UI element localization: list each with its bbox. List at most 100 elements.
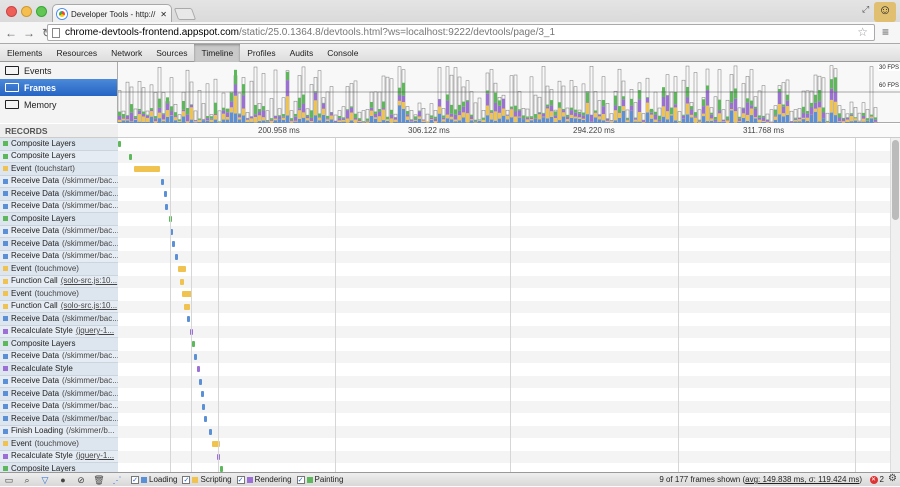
search-icon[interactable]: ⌕: [18, 473, 36, 487]
record-bar[interactable]: [209, 429, 212, 435]
record-row[interactable]: Composite Layers: [0, 138, 118, 151]
record-row[interactable]: Receive Data(/skimmer/bac...: [0, 376, 118, 389]
mode-memory[interactable]: Memory: [0, 96, 117, 113]
record-row[interactable]: Receive Data(/skimmer/bac...: [0, 176, 118, 189]
timeline-row[interactable]: [118, 326, 890, 339]
frame-bar[interactable]: [218, 111, 221, 123]
record-bar[interactable]: [199, 379, 202, 385]
filter-rendering-checkbox[interactable]: ✓Rendering: [237, 475, 292, 484]
minimize-window-button[interactable]: [21, 6, 32, 17]
checkmark-icon[interactable]: ✓: [237, 476, 245, 484]
dock-icon[interactable]: ▭: [0, 473, 18, 487]
mode-events[interactable]: Events: [0, 62, 117, 79]
url-input[interactable]: chrome-devtools-frontend.appspot.com/sta…: [47, 24, 875, 41]
records-list[interactable]: Composite LayersComposite LayersEvent(to…: [0, 138, 118, 472]
timeline-row[interactable]: [118, 226, 890, 239]
record-row[interactable]: Composite Layers: [0, 463, 118, 472]
record-row[interactable]: Receive Data(/skimmer/bac...: [0, 226, 118, 239]
tab-elements[interactable]: Elements: [0, 44, 49, 62]
record-row[interactable]: Receive Data(/skimmer/bac...: [0, 201, 118, 214]
checkmark-icon[interactable]: ✓: [297, 476, 305, 484]
frame-bar[interactable]: [530, 77, 533, 123]
garbage-collect-icon[interactable]: 🗑: [90, 473, 108, 487]
tab-console[interactable]: Console: [320, 44, 365, 62]
timeline-row[interactable]: [118, 363, 890, 376]
record-icon[interactable]: ●: [54, 473, 72, 487]
timeline-row[interactable]: [118, 426, 890, 439]
timeline-row[interactable]: [118, 288, 890, 301]
forward-icon[interactable]: →: [22, 25, 36, 41]
timeline-row[interactable]: [118, 201, 890, 214]
bookmark-star-icon[interactable]: ☆: [857, 25, 868, 39]
new-tab-button[interactable]: [174, 8, 196, 20]
record-row[interactable]: Composite Layers: [0, 213, 118, 226]
gear-icon[interactable]: ⚙: [888, 473, 897, 484]
frame-bar[interactable]: [870, 67, 873, 123]
zoom-window-button[interactable]: [36, 6, 47, 17]
frame-bar[interactable]: [590, 66, 593, 123]
record-bar[interactable]: [187, 316, 190, 322]
filter-icon[interactable]: ▽: [36, 473, 54, 487]
record-row[interactable]: Receive Data(/skimmer/bac...: [0, 238, 118, 251]
record-bar[interactable]: [192, 341, 195, 347]
timeline-row[interactable]: [118, 451, 890, 464]
record-details[interactable]: (jquery-1...: [76, 451, 114, 463]
record-bar[interactable]: [201, 391, 204, 397]
filter-scripting-checkbox[interactable]: ✓Scripting: [182, 475, 231, 484]
timeline-row[interactable]: [118, 238, 890, 251]
record-bar[interactable]: [184, 304, 190, 310]
timeline-row[interactable]: [118, 351, 890, 364]
record-row[interactable]: Event(touchmove): [0, 438, 118, 451]
timeline-row[interactable]: [118, 251, 890, 264]
timeline-row[interactable]: [118, 438, 890, 451]
frame-bar[interactable]: [198, 90, 201, 123]
record-row[interactable]: Event(touchmove): [0, 288, 118, 301]
mode-frames[interactable]: Frames: [0, 79, 117, 96]
record-row[interactable]: Composite Layers: [0, 151, 118, 164]
timeline-row[interactable]: [118, 276, 890, 289]
filter-loading-checkbox[interactable]: ✓Loading: [131, 475, 177, 484]
tab-profiles[interactable]: Profiles: [240, 44, 282, 62]
frame-bar[interactable]: [478, 98, 481, 123]
scrollbar-thumb[interactable]: [892, 140, 899, 220]
record-bar[interactable]: [175, 254, 178, 260]
timeline-row[interactable]: [118, 163, 890, 176]
record-row[interactable]: Function Call(solo-src.js:10...: [0, 301, 118, 314]
record-bar[interactable]: [165, 204, 168, 210]
record-bar[interactable]: [134, 166, 160, 172]
record-row[interactable]: Receive Data(/skimmer/bac...: [0, 351, 118, 364]
record-bar[interactable]: [178, 266, 186, 272]
record-row[interactable]: Recalculate Style: [0, 363, 118, 376]
record-details[interactable]: (solo-src.js:10...: [61, 276, 117, 288]
vertical-scrollbar[interactable]: [890, 138, 900, 472]
frames-overview-chart[interactable]: [118, 62, 900, 123]
record-bar[interactable]: [180, 279, 184, 285]
back-icon[interactable]: ←: [4, 25, 18, 41]
timeline-row[interactable]: [118, 138, 890, 151]
record-row[interactable]: Event(touchstart): [0, 163, 118, 176]
resize-icon[interactable]: ⤢: [862, 4, 869, 15]
record-row[interactable]: Receive Data(/skimmer/bac...: [0, 188, 118, 201]
frame-bar[interactable]: [274, 70, 277, 123]
record-bar[interactable]: [197, 366, 200, 372]
frames-overview[interactable]: 30 FPS 60 FPS: [118, 62, 900, 123]
error-badge[interactable]: ✕2: [870, 475, 884, 484]
timeline-row[interactable]: [118, 463, 890, 472]
timeline-row[interactable]: [118, 213, 890, 226]
record-row[interactable]: Recalculate Style(jquery-1...: [0, 326, 118, 339]
record-row[interactable]: Receive Data(/skimmer/bac...: [0, 251, 118, 264]
timeline-row[interactable]: [118, 151, 890, 164]
record-row[interactable]: Receive Data(/skimmer/bac...: [0, 413, 118, 426]
timeline-row[interactable]: [118, 338, 890, 351]
record-bar[interactable]: [164, 191, 167, 197]
record-bar[interactable]: [129, 154, 132, 160]
timeline-row[interactable]: [118, 263, 890, 276]
record-bar[interactable]: [161, 179, 164, 185]
checkmark-icon[interactable]: ✓: [182, 476, 190, 484]
record-details[interactable]: (solo-src.js:10...: [61, 301, 117, 313]
close-tab-icon[interactable]: ✕: [160, 10, 167, 19]
tab-sources[interactable]: Sources: [149, 44, 194, 62]
timeline-row[interactable]: [118, 401, 890, 414]
glue-records-icon[interactable]: ⋰: [108, 473, 126, 487]
record-bar[interactable]: [202, 404, 205, 410]
